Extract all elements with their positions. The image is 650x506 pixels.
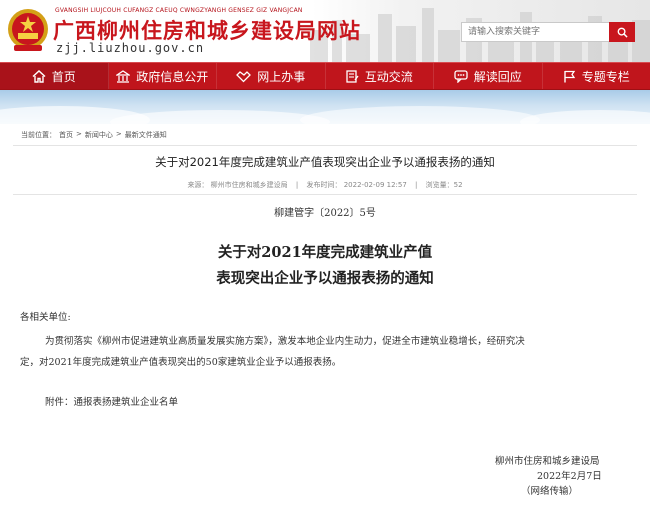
meta-separator: | [295,181,299,189]
document-title-line1: 关于对2021年度完成建筑业产值 [217,244,433,261]
document-edit-icon [346,69,359,83]
meta-separator: | [415,181,418,189]
national-emblem-logo [8,9,48,51]
breadcrumb: 当前位置： 首页 > 新闻中心 > 最新文件通知 [21,130,167,140]
nav-item-label: 互动交流 [364,69,413,84]
breadcrumb-prefix: 当前位置： [21,131,56,139]
document-paragraph-line1: 为贯彻落实《柳州市促进建筑业高质量发展实施方案》，激发本地企业内生动力，促进全市… [45,336,525,347]
nav-item-label: 解读回应 [473,69,522,84]
document-note: （网络传输） [521,486,579,497]
site-title-pinyin: GVANGSIH LIUJCOUH CUFANGZ CAEUQ CWNGZYAN… [55,7,303,14]
breadcrumb-latest-notices[interactable]: 最新文件通知 [125,130,167,140]
article-source: 来源： 柳州市住房和城乡建设局 [187,181,288,189]
article-meta: 来源： 柳州市住房和城乡建设局 | 发布时间： 2022-02-09 12:57… [13,180,637,190]
divider [13,194,637,195]
breadcrumb-separator: > [115,130,122,138]
article-publish-time: 发布时间： 2022-02-09 12:57 [306,181,407,189]
document-attachment: 附件：通报表扬建筑业企业名单 [45,397,179,408]
search-box [461,22,635,42]
nav-item-label: 网上办事 [257,69,306,84]
site-domain: zjj.liuzhou.gov.cn [56,41,205,55]
site-header: GVANGSIH LIUJCOUH CUFANGZ CAEUQ CWNGZYAN… [0,0,650,62]
search-input[interactable] [461,22,609,42]
chat-icon [454,69,468,83]
home-icon [32,69,46,83]
nav-item-home[interactable]: 首页 [0,63,109,89]
document-salutation: 各相关单位: [20,312,71,323]
breadcrumb-news-center[interactable]: 新闻中心 [85,130,113,140]
search-button[interactable] [609,22,635,42]
nav-item-label: 专题专栏 [581,69,630,84]
article-title: 关于对2021年度完成建筑业产值表现突出企业予以通报表扬的通知 [155,155,495,169]
article-view-count: 浏览量：52 [425,181,463,189]
document-title-line2: 表现突出企业予以通报表扬的通知 [216,270,434,287]
nav-item-interaction[interactable]: 互动交流 [326,63,434,89]
nav-item-label: 首页 [51,69,76,84]
flag-icon [564,70,575,82]
nav-item-special-topics[interactable]: 专题专栏 [543,63,650,89]
cloud-decoration [0,106,650,124]
document-paragraph-line2: 定，对2021年度完成建筑业产值表现突出的50家建筑业企业予以通报表扬。 [20,357,342,368]
nav-item-online-services[interactable]: 网上办事 [217,63,326,89]
banner-image [0,90,650,124]
building-icon [116,69,131,83]
search-icon [617,27,628,38]
handshake-icon [236,70,252,82]
breadcrumb-home[interactable]: 首页 [59,130,73,140]
breadcrumb-separator: > [76,130,82,138]
nav-item-gov-info[interactable]: 政府信息公开 [109,63,217,89]
nav-item-interpretation[interactable]: 解读回应 [434,63,543,89]
article-panel: 当前位置： 首页 > 新闻中心 > 最新文件通知 关于对2021年度完成建筑业产… [13,124,637,506]
document-number: 柳建管字〔2022〕5号 [274,208,376,219]
document-date: 2022年2月7日 [537,471,602,482]
main-nav: 首页 政府信息公开 网上办事 互动交流 解读回应 专题专栏 [0,62,650,90]
divider [13,145,637,146]
nav-item-label: 政府信息公开 [136,69,209,84]
document-issuer: 柳州市住房和城乡建设局 [495,456,600,467]
